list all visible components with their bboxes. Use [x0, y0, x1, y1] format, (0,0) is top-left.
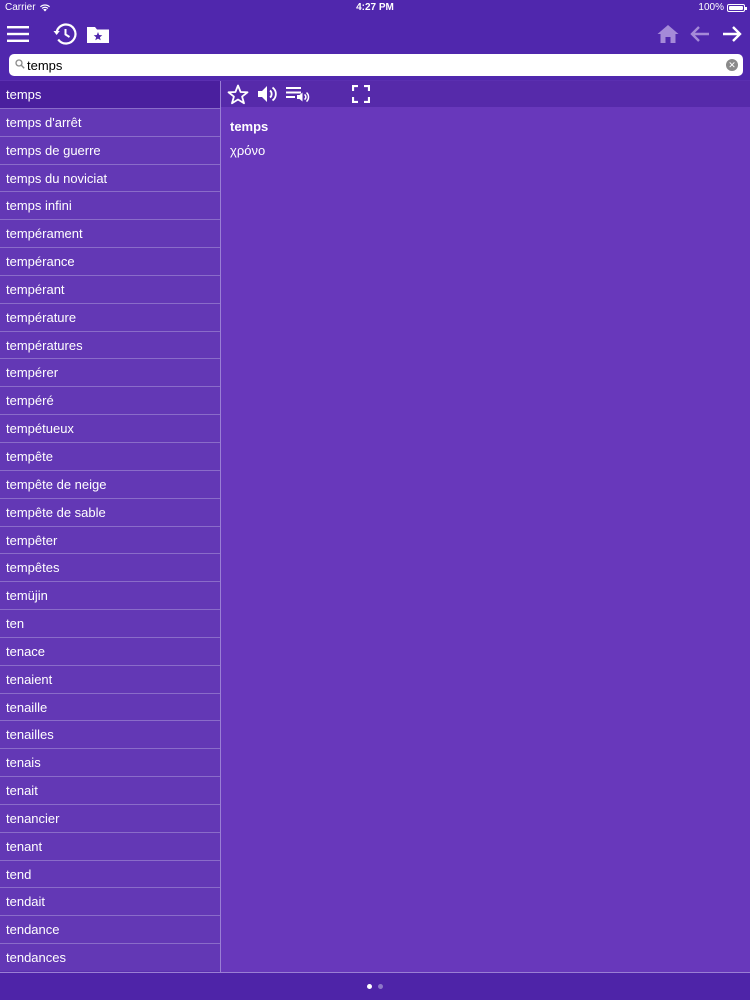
history-button[interactable]	[51, 20, 79, 48]
page-indicator	[0, 984, 750, 989]
bottom-bar	[0, 972, 750, 1000]
word-list: temps temps d'arrêt temps de guerre temps d…	[0, 81, 220, 971]
word-list-item[interactable]: tempéré	[0, 387, 220, 416]
speak-button[interactable]	[256, 83, 280, 105]
word-list-item[interactable]: températures	[0, 332, 220, 360]
favorite-button[interactable]	[226, 83, 250, 105]
favorites-button[interactable]	[84, 20, 112, 48]
menu-button[interactable]	[4, 20, 32, 48]
search-icon	[15, 59, 25, 69]
detail-toolbar	[221, 81, 750, 107]
word-list-item[interactable]: tempérance	[0, 248, 220, 276]
page-dot[interactable]	[378, 984, 383, 989]
search-input[interactable]	[27, 54, 717, 76]
word-list-item[interactable]: tempête	[0, 443, 220, 471]
word-list-item[interactable]: tempêtes	[0, 554, 220, 583]
word-list-item[interactable]: tenailles	[0, 721, 220, 750]
top-toolbar	[0, 16, 750, 52]
battery-group: 100%	[698, 2, 747, 13]
word-list-item[interactable]: tenancier	[0, 805, 220, 833]
word-list-item[interactable]: tenant	[0, 833, 220, 861]
status-time: 4:27 PM	[356, 2, 394, 13]
history-icon	[53, 23, 77, 45]
entry-translation: χρόνο	[230, 143, 266, 158]
clear-search-icon[interactable]: ✕	[726, 59, 738, 71]
word-list-item[interactable]: tempête de sable	[0, 499, 220, 527]
word-list-item[interactable]: tenaient	[0, 666, 220, 694]
forward-button[interactable]	[718, 20, 746, 48]
word-list-item[interactable]: tendances	[0, 944, 220, 971]
status-bar: Carrier 4:27 PM 100%	[0, 0, 750, 16]
back-button[interactable]	[686, 20, 714, 48]
playlist-audio-icon	[286, 87, 310, 103]
word-list-item[interactable]: tendance	[0, 916, 220, 945]
menu-icon	[7, 26, 29, 42]
word-list-item[interactable]: temps	[0, 81, 220, 109]
fullscreen-button[interactable]	[349, 83, 373, 105]
word-list-item[interactable]: tempétueux	[0, 415, 220, 443]
entry-headword: temps	[230, 119, 269, 134]
home-button[interactable]	[654, 20, 682, 48]
word-list-item[interactable]: tempérant	[0, 276, 220, 304]
word-list-item[interactable]: tenait	[0, 777, 220, 805]
word-list-item[interactable]: temüjin	[0, 582, 220, 611]
word-list-item[interactable]: tenaille	[0, 694, 220, 722]
back-arrow-icon	[690, 26, 709, 42]
star-icon	[227, 84, 249, 104]
word-list-item[interactable]: ten	[0, 610, 220, 638]
word-list-item[interactable]: tend	[0, 861, 220, 889]
word-list-item[interactable]: tenace	[0, 638, 220, 666]
battery-icon	[727, 3, 747, 12]
forward-arrow-icon	[723, 26, 742, 42]
fullscreen-icon	[352, 85, 370, 103]
word-list-item[interactable]: tempête de neige	[0, 471, 220, 499]
word-list-item[interactable]: temps de guerre	[0, 137, 220, 165]
battery-percent: 100%	[698, 2, 724, 13]
word-list-item[interactable]: temps infini	[0, 192, 220, 221]
page-dot[interactable]	[367, 984, 372, 989]
favorites-folder-icon	[87, 27, 109, 43]
word-list-item[interactable]: tempérament	[0, 220, 220, 249]
audio-playlist-button[interactable]	[286, 83, 310, 105]
word-list-item[interactable]: tempêter	[0, 527, 220, 555]
home-icon	[657, 25, 679, 43]
search-bar: ✕	[0, 52, 750, 80]
word-list-item[interactable]: temps du noviciat	[0, 165, 220, 193]
word-list-item[interactable]: température	[0, 304, 220, 332]
speaker-icon	[258, 86, 277, 102]
word-list-item[interactable]: temps d'arrêt	[0, 109, 220, 137]
word-list-item[interactable]: tenais	[0, 749, 220, 778]
word-list-item[interactable]: tendait	[0, 888, 220, 917]
search-box: ✕	[9, 54, 743, 76]
detail-pane: temps χρόνο	[221, 81, 750, 972]
word-list-item[interactable]: tempérer	[0, 359, 220, 388]
